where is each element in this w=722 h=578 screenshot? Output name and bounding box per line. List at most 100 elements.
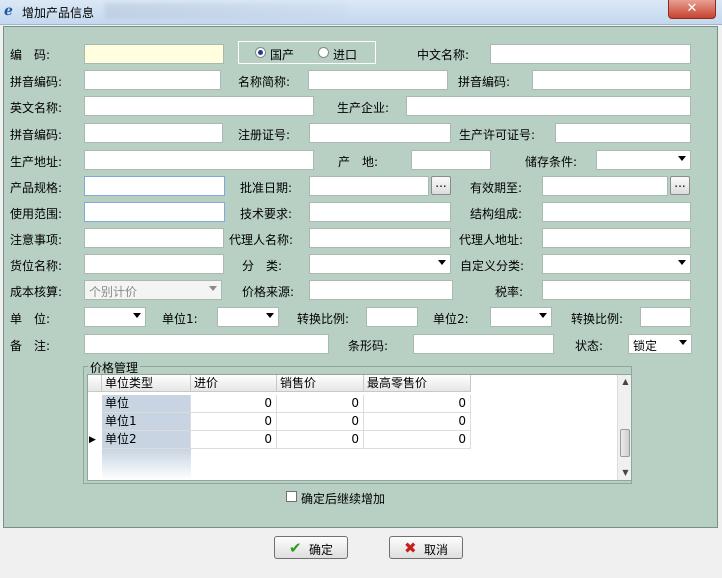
grid-vertical-scrollbar[interactable]: ▲ ▼ — [617, 375, 631, 480]
manufacturer-label: 生产企业: — [337, 101, 390, 115]
tech-req-input[interactable] — [309, 202, 451, 222]
chevron-down-icon — [133, 313, 141, 318]
agent-addr-input[interactable] — [542, 228, 691, 248]
reg-no-input[interactable] — [309, 123, 451, 143]
grid-cell-sale[interactable]: 0 — [277, 431, 364, 449]
close-button[interactable]: ✕ — [668, 0, 716, 19]
location-input[interactable] — [84, 254, 224, 274]
grid-cell-sale[interactable]: 0 — [277, 395, 364, 413]
cn-name-label: 中文名称: — [417, 48, 470, 62]
grid-cell-unit[interactable]: 单位2 — [102, 431, 191, 449]
col-header-cost[interactable]: 进价 — [191, 375, 277, 392]
ratio1-input[interactable] — [366, 307, 418, 327]
chevron-down-icon — [678, 260, 686, 265]
grid-cell-unit[interactable]: 单位 — [102, 395, 191, 413]
chevron-down-icon — [209, 286, 217, 291]
ok-button[interactable]: ✔ 确定 — [274, 536, 348, 559]
status-label: 状态: — [575, 339, 604, 353]
category-select[interactable] — [309, 254, 451, 274]
notes-input[interactable] — [84, 228, 224, 248]
scroll-thumb[interactable] — [620, 429, 630, 457]
status-select[interactable]: 锁定 — [628, 334, 692, 354]
short-name-label: 名称简称: — [238, 75, 291, 89]
app-icon: ℯ — [4, 3, 13, 19]
ratio2-label: 转换比例: — [571, 312, 624, 326]
expiry-picker-button[interactable]: ... — [670, 176, 690, 195]
col-header-max-retail[interactable]: 最高零售价 — [364, 375, 471, 392]
grid-cell-cost[interactable]: 0 — [191, 395, 277, 413]
scope-input[interactable] — [84, 202, 225, 222]
chevron-down-icon — [678, 156, 686, 161]
en-name-input[interactable] — [84, 96, 314, 116]
cancel-button-label: 取消 — [424, 543, 449, 557]
cancel-button[interactable]: ✖ 取消 — [389, 536, 463, 559]
spec-input[interactable] — [84, 176, 225, 196]
import-label: 进口 — [333, 48, 358, 62]
cn-name-input[interactable] — [490, 44, 691, 64]
chevron-down-icon — [679, 340, 687, 345]
continue-add-checkbox[interactable] — [286, 491, 297, 502]
approval-date-input[interactable] — [309, 176, 429, 196]
grid-cell-unit[interactable]: 单位1 — [102, 413, 191, 431]
code-input[interactable] — [84, 44, 224, 64]
address-input[interactable] — [84, 150, 314, 170]
unit2-select[interactable] — [490, 307, 552, 327]
domestic-radio[interactable] — [255, 47, 266, 58]
continue-add-label: 确定后继续增加 — [301, 492, 386, 506]
scroll-down-icon[interactable]: ▼ — [618, 466, 631, 480]
license-no-label: 生产许可证号: — [459, 128, 536, 142]
expiry-label: 有效期至: — [470, 181, 523, 195]
notes-label: 注意事项: — [10, 233, 63, 247]
expiry-input[interactable] — [542, 176, 668, 196]
storage-label: 储存条件: — [525, 155, 578, 169]
remark-input[interactable] — [84, 334, 329, 354]
manufacturer-input[interactable] — [406, 96, 691, 116]
unit-select[interactable] — [84, 307, 146, 327]
col-header-unit-type[interactable]: 单位类型 — [102, 375, 191, 392]
unit1-select[interactable] — [217, 307, 279, 327]
chevron-down-icon — [539, 313, 547, 318]
approval-date-picker-button[interactable]: ... — [431, 176, 451, 195]
storage-select[interactable] — [596, 150, 691, 170]
window-title: 增加产品信息 — [22, 6, 95, 20]
barcode-input[interactable] — [413, 334, 554, 354]
tax-input[interactable] — [542, 280, 691, 300]
license-no-input[interactable] — [555, 123, 691, 143]
chevron-down-icon — [266, 313, 274, 318]
grid-cell-max[interactable]: 0 — [364, 413, 471, 431]
grid-cell-sale[interactable]: 0 — [277, 413, 364, 431]
category-label: 分 类: — [242, 259, 283, 273]
structure-input[interactable] — [542, 202, 691, 222]
code-label: 编 码: — [10, 48, 51, 62]
title-bar: ℯ 增加产品信息 — [0, 0, 722, 25]
agent-name-input[interactable] — [309, 228, 451, 248]
scroll-up-icon[interactable]: ▲ — [618, 375, 631, 389]
location-label: 货位名称: — [10, 259, 63, 273]
import-radio[interactable] — [318, 47, 329, 58]
pinyin-label-2: 拼音编码: — [458, 75, 511, 89]
spec-label: 产品规格: — [10, 181, 63, 195]
price-grid: 单位类型 进价 销售价 最高零售价 单位 0 0 0 单位1 0 0 0 ▶ 单… — [87, 374, 632, 481]
chevron-down-icon — [438, 260, 446, 265]
cost-method-select[interactable]: 个别计价 — [84, 280, 222, 300]
domestic-label: 国产 — [270, 48, 295, 62]
origin-place-input[interactable] — [411, 150, 491, 170]
pinyin-input-3[interactable] — [84, 123, 223, 143]
grid-cell-max[interactable]: 0 — [364, 431, 471, 449]
grid-cell-cost[interactable]: 0 — [191, 431, 277, 449]
ok-button-label: 确定 — [309, 543, 334, 557]
col-header-sale[interactable]: 销售价 — [277, 375, 364, 392]
pinyin-label-3: 拼音编码: — [10, 128, 63, 142]
grid-cell-cost[interactable]: 0 — [191, 413, 277, 431]
price-source-input[interactable] — [309, 280, 453, 300]
custom-category-select[interactable] — [542, 254, 691, 274]
pinyin-input-1[interactable] — [84, 70, 221, 90]
unit-label: 单 位: — [10, 312, 51, 326]
grid-cell-max[interactable]: 0 — [364, 395, 471, 413]
pinyin-input-2[interactable] — [532, 70, 691, 90]
pinyin-label-1: 拼音编码: — [10, 75, 63, 89]
scope-label: 使用范围: — [10, 207, 63, 221]
short-name-input[interactable] — [308, 70, 448, 90]
ratio2-input[interactable] — [640, 307, 691, 327]
remark-label: 备 注: — [10, 339, 51, 353]
